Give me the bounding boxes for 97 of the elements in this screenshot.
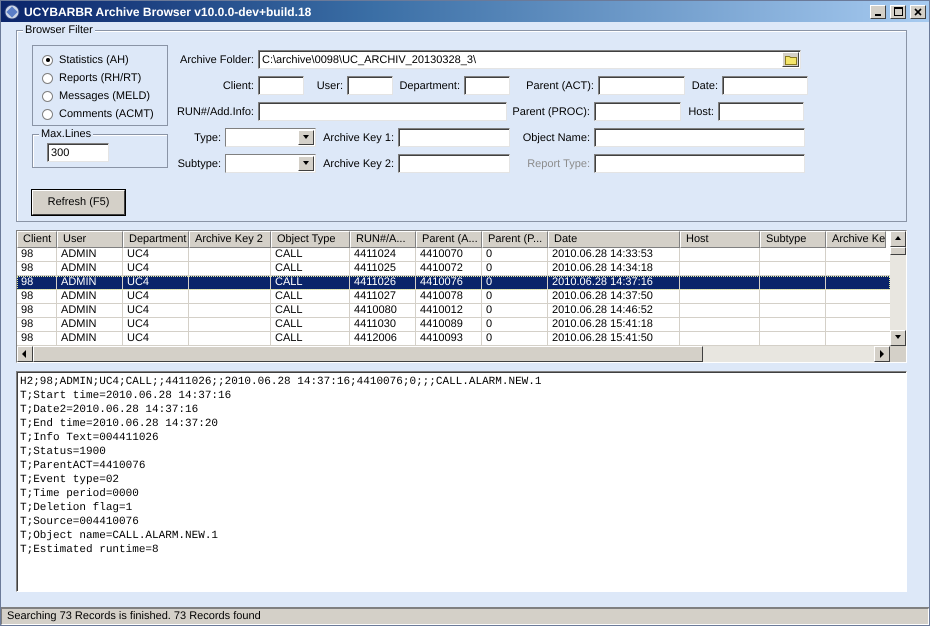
input-field[interactable]: [464, 76, 510, 95]
minimize-button[interactable]: [870, 4, 886, 18]
detail-line: T;Status=1900: [20, 445, 107, 459]
detail-line: T;Event type=02: [20, 473, 120, 487]
table-row[interactable]: 98 ADMIN UC4 CALL 4410080 4410012 0 2010.06.28 14:46:52: [17, 304, 890, 318]
folder-path: C:\archive\0098\UC_ARCHIV_20130328_3\: [262, 52, 476, 66]
dropdown-field[interactable]: [225, 128, 316, 147]
input-field[interactable]: [718, 102, 804, 121]
detail-line: T;Object name=CALL.ALARM.NEW.1: [20, 529, 220, 543]
scroll-left-button[interactable]: [17, 346, 33, 362]
detail-line: T;ParentACT=4410076: [20, 459, 146, 473]
scroll-thumb[interactable]: [890, 247, 906, 255]
app-icon: [4, 4, 20, 20]
table-row[interactable]: 98 ADMIN UC4 CALL 4411030 4410089 0 2010.06.28 15:41:18: [17, 318, 890, 332]
column-header[interactable]: Object Type: [271, 231, 350, 248]
vertical-scrollbar[interactable]: [890, 231, 906, 346]
source-radio[interactable]: Comments (ACMT): [42, 107, 167, 121]
source-radio[interactable]: Reports (RH/RT): [42, 71, 167, 85]
field-label: Parent (PROC):: [511, 106, 590, 118]
field-label: Department:: [398, 80, 460, 92]
scroll-thumb[interactable]: [33, 346, 703, 362]
field-label: Object Name:: [522, 132, 590, 144]
scroll-up-button[interactable]: [890, 231, 906, 247]
scroll-down-button[interactable]: [890, 330, 906, 346]
field-label: Client:: [222, 80, 254, 92]
close-button[interactable]: [910, 4, 926, 18]
field-label: Subtype:: [176, 158, 221, 170]
table-row[interactable]: 98 ADMIN UC4 CALL 4411026 4410076 0 2010.06.28 14:37:16: [17, 276, 890, 290]
close-icon: [914, 8, 922, 16]
column-header[interactable]: User: [57, 231, 123, 248]
input-field[interactable]: [258, 76, 304, 95]
input-field[interactable]: [398, 154, 510, 173]
detail-line: T;Deletion flag=1: [20, 501, 134, 515]
field-label: Host:: [687, 106, 714, 118]
field-label: Date:: [690, 80, 718, 92]
up-arrow-icon: [894, 235, 902, 243]
right-arrow-icon: [878, 350, 886, 358]
column-header[interactable]: Host: [680, 231, 760, 248]
dropdown-button[interactable]: [298, 156, 314, 171]
column-header[interactable]: Archive Ke: [826, 231, 886, 248]
column-header[interactable]: Archive Key 2: [189, 231, 271, 248]
field-label: Type:: [193, 132, 221, 144]
detail-line: T;Source=004410076: [20, 515, 140, 529]
maximize-icon: [894, 7, 902, 16]
field-label: Archive Folder:: [179, 54, 254, 66]
column-header[interactable]: Parent (P...: [482, 231, 548, 248]
column-header[interactable]: Department: [123, 231, 189, 248]
input-field[interactable]: [722, 76, 808, 95]
down-arrow-icon: [302, 134, 310, 142]
maximize-button[interactable]: [890, 4, 906, 18]
column-header[interactable]: RUN#/A...: [350, 231, 416, 248]
input-field[interactable]: [594, 102, 681, 121]
field-label: Report Type:: [526, 158, 590, 170]
detail-line: H2;98;ADMIN;UC4;CALL;;4411026;;2010.06.28 14:37:16;4410076;0;;;CALL.ALARM.NEW.1: [20, 375, 542, 389]
input-field[interactable]: [594, 154, 805, 173]
folder-icon: [784, 54, 796, 64]
scroll-right-button[interactable]: [874, 346, 890, 362]
window-title: UCYBARBR Archive Browser v10.0.0-dev+build.18: [24, 4, 312, 18]
field-label: Archive Key 2:: [322, 158, 394, 170]
dropdown-button[interactable]: [298, 130, 314, 145]
table-row[interactable]: 98 ADMIN UC4 CALL 4411027 4410078 0 2010.06.28 14:37:50: [17, 290, 890, 304]
horizontal-scrollbar[interactable]: [17, 346, 890, 362]
field-label: Parent (ACT):: [525, 80, 594, 92]
source-radio[interactable]: Messages (MELD): [42, 89, 167, 103]
field-label: RUN#/Add.Info:: [176, 106, 254, 118]
detail-line: T;End time=2010.06.28 14:37:20: [20, 417, 220, 431]
record-detail-text[interactable]: [16, 371, 907, 592]
scrollbar-corner: [890, 346, 906, 362]
max-lines-field[interactable]: 300: [47, 143, 109, 162]
detail-line: T;Info Text=004411026: [20, 431, 160, 445]
input-field[interactable]: [598, 76, 685, 95]
table-row[interactable]: 98 ADMIN UC4 CALL 4412006 4410093 0 2010.06.28 15:41:50: [17, 332, 890, 346]
column-header[interactable]: Parent (A...: [416, 231, 482, 248]
down-arrow-icon: [302, 160, 310, 168]
source-radio[interactable]: Statistics (AH): [42, 53, 167, 67]
input-field[interactable]: [258, 102, 507, 121]
left-arrow-icon: [21, 350, 29, 358]
detail-line: T;Date2=2010.06.28 14:37:16: [20, 403, 200, 417]
detail-line: T;Start time=2010.06.28 14:37:16: [20, 389, 232, 403]
input-field[interactable]: [594, 128, 805, 147]
field-label: User:: [316, 80, 343, 92]
column-header[interactable]: Subtype: [760, 231, 826, 248]
detail-line: T;Estimated runtime=8: [20, 543, 160, 557]
table-row[interactable]: 98 ADMIN UC4 CALL 4411024 4410070 0 2010.06.28 14:33:53: [17, 248, 890, 262]
minimize-icon: [875, 14, 881, 16]
input-field[interactable]: [347, 76, 393, 95]
refresh-button[interactable]: Refresh (F5): [32, 190, 125, 215]
field-label: Archive Key 1:: [322, 132, 394, 144]
column-header[interactable]: Client: [17, 231, 57, 248]
status-text: Searching 73 Records is finished. 73 Records found: [1, 608, 929, 625]
dropdown-field[interactable]: [225, 154, 316, 173]
detail-line: T;Time period=0000: [20, 487, 140, 501]
table-row[interactable]: 98 ADMIN UC4 CALL 4411025 4410072 0 2010.06.28 14:34:18: [17, 262, 890, 276]
input-field[interactable]: [398, 128, 510, 147]
browse-button[interactable]: [782, 52, 799, 67]
column-header[interactable]: Date: [548, 231, 680, 248]
folder-path-field[interactable]: C:\archive\0098\UC_ARCHIV_20130328_3\: [258, 50, 801, 69]
